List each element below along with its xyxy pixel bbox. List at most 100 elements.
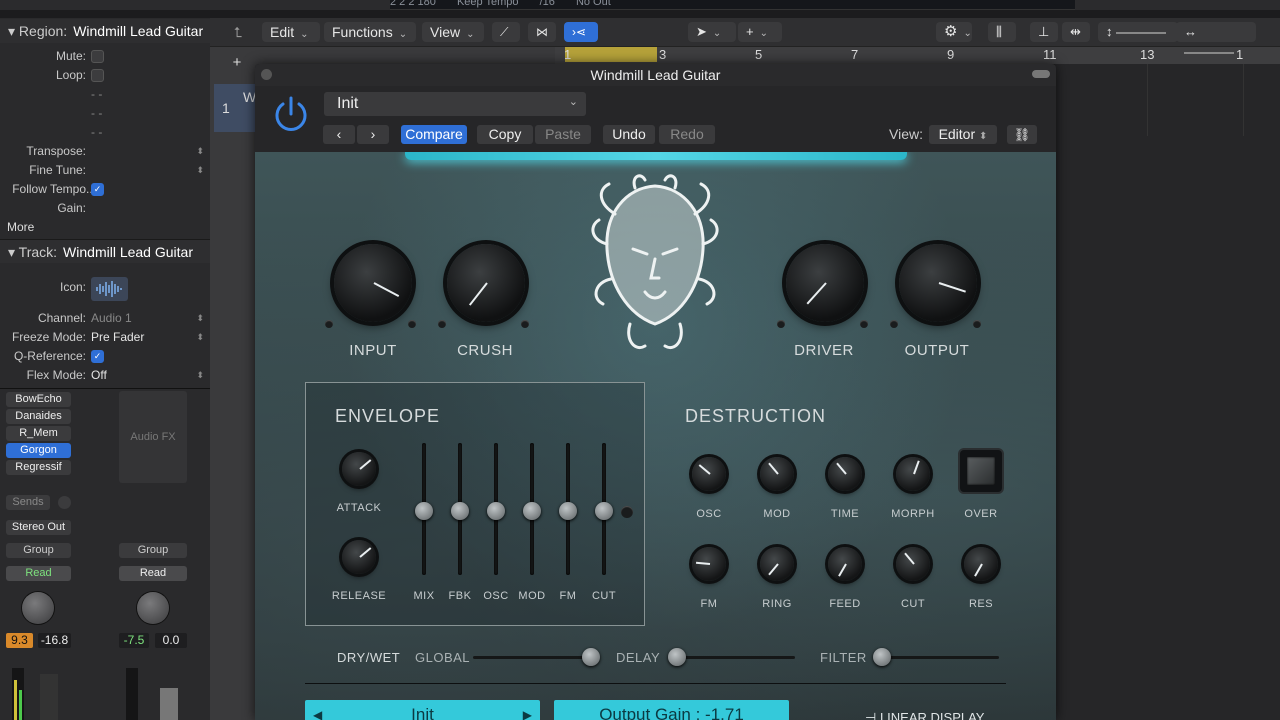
pointer-tool-icon[interactable]: ➤ ⌄ [688,22,736,42]
power-icon[interactable] [271,94,311,134]
plugin-slot-danaides[interactable]: Danaides [6,409,71,424]
horizontal-zoom-slider[interactable]: ↔ [1176,22,1256,54]
compare-button[interactable]: Compare [401,125,467,144]
pan-value-1[interactable]: -16.8 [38,633,71,648]
add-track-button[interactable]: + [228,54,246,72]
sends-slot[interactable]: Sends [6,495,50,510]
pan-knob-2[interactable] [137,592,169,624]
plugin-slot-gorgon[interactable]: Gorgon [6,443,71,458]
view-menu[interactable]: View ⌄ [422,22,484,42]
gain-row[interactable]: Gain: [0,199,210,218]
destruction-time-knob[interactable] [828,457,862,491]
paste-button[interactable]: Paste [535,125,591,144]
output-knob[interactable] [899,244,977,322]
fader-link-led[interactable] [621,506,633,518]
fit-vertical-icon[interactable]: ⊥ [1030,22,1058,42]
destruction-osc-knob[interactable] [692,457,726,491]
fit-horizontal-icon[interactable]: ⇹ [1062,22,1090,42]
send-knob[interactable] [58,496,71,509]
region-header[interactable]: ▾ Region: Windmill Lead Guitar [0,19,210,43]
flex-row[interactable]: Flex Mode: Off ⬍ [0,366,210,385]
mod-fader[interactable] [523,502,541,520]
cut-fader[interactable] [595,502,613,520]
crush-knob[interactable] [447,244,525,322]
track-lane[interactable] [1055,64,1280,720]
destruction-cut-knob[interactable] [896,547,930,581]
track-header-lane[interactable]: 1 W [214,84,256,132]
osc-fader[interactable] [487,502,505,520]
catch-playhead-icon[interactable]: ›⋖ [564,22,598,42]
snap-icon[interactable]: ⟋ [492,22,520,42]
volume-fader-2[interactable] [160,688,178,720]
linear-display-toggle[interactable]: ⊣ LINEAR DISPLAY [865,710,984,720]
volume-fader-1[interactable] [40,674,58,720]
destruction-res-knob[interactable] [964,547,998,581]
delay-slider[interactable] [668,648,686,666]
plugin-slot-bowecho[interactable]: BowEcho [6,392,71,407]
destruction-morph-knob[interactable] [896,457,930,491]
channel-row[interactable]: Channel: Audio 1 ⬍ [0,309,210,328]
finetune-row[interactable]: Fine Tune: ⬍ [0,161,210,180]
loop-checkbox[interactable] [91,69,104,83]
over-button[interactable] [960,450,1002,492]
automation-read-2[interactable]: Read [119,566,187,581]
automation-read-1[interactable]: Read [6,566,71,581]
mix-fader[interactable] [415,502,433,520]
destruction-fm-knob[interactable] [692,547,726,581]
copy-button[interactable]: Copy [477,125,533,144]
pan-knob-1[interactable] [22,592,54,624]
cycle-region[interactable] [565,46,657,62]
track-header[interactable]: ▾ Track: Windmill Lead Guitar [0,239,210,263]
release-knob[interactable] [342,540,376,574]
group-slot-2[interactable]: Group [119,543,187,558]
vertical-zoom-slider[interactable]: ↕ [1098,22,1178,42]
timeline-ruler[interactable]: 1 3 5 7 9 11 13 1 [555,46,1280,65]
more-row[interactable]: More [0,218,210,237]
mute-checkbox[interactable] [91,50,104,64]
group-slot-1[interactable]: Group [6,543,71,558]
waveform-icon[interactable] [91,277,128,301]
crossfade-icon[interactable]: ⋈ [528,22,556,42]
fm-fader[interactable] [559,502,577,520]
follow-tempo-checkbox[interactable]: ✓ [91,183,104,197]
close-window-icon[interactable] [261,69,272,80]
audio-fx-slot[interactable]: Audio FX [119,391,187,483]
back-arrow-icon[interactable]: ⮤ [226,22,254,42]
volume-value-1[interactable]: 9.3 [6,633,33,648]
previous-arrow-icon[interactable]: ◀ [313,700,322,720]
attack-knob[interactable] [342,452,376,486]
next-preset-button[interactable]: › [357,125,389,144]
freeze-row[interactable]: Freeze Mode: Pre Fader ⬍ [0,328,210,347]
resize-window-icon[interactable] [1032,70,1050,78]
output-gain-display[interactable]: Output Gain : -1.71 [554,700,789,720]
link-icon[interactable]: ⛓ [1007,125,1037,144]
plugin-slot-rmem[interactable]: R_Mem [6,426,71,441]
view-dropdown[interactable]: Editor ⬍ [929,125,997,144]
edit-menu[interactable]: Edit ⌄ [262,22,320,42]
next-arrow-icon[interactable]: ▶ [523,700,532,720]
destruction-mod-knob[interactable] [760,457,794,491]
global-slider[interactable] [582,648,600,666]
previous-preset-button[interactable]: ‹ [323,125,355,144]
bottom-preset-selector[interactable]: ◀ Init ▶ [305,700,540,720]
gear-icon[interactable]: ⚙ ⌄ [936,22,972,42]
destruction-feed-knob[interactable] [828,547,862,581]
pan-value-2[interactable]: 0.0 [155,633,187,648]
volume-value-2[interactable]: -7.5 [119,633,149,648]
lcd-display[interactable]: 2 2 2 180 Keep Tempo /16 No Out [390,0,1075,10]
output-slot[interactable]: Stereo Out [6,520,71,535]
waveform-zoom-icon[interactable]: ⫼ [988,22,1016,42]
transpose-row[interactable]: Transpose: ⬍ [0,142,210,161]
fbk-fader[interactable] [451,502,469,520]
plugin-title-bar[interactable]: Windmill Lead Guitar [255,64,1056,86]
functions-menu[interactable]: Functions ⌄ [324,22,416,42]
qref-checkbox[interactable]: ✓ [91,350,104,364]
redo-button[interactable]: Redo [659,125,715,144]
undo-button[interactable]: Undo [603,125,655,144]
filter-slider[interactable] [873,648,891,666]
preset-dropdown[interactable]: Init ⌄ [324,92,586,116]
plugin-slot-regressif[interactable]: Regressif [6,460,71,475]
driver-knob[interactable] [786,244,864,322]
input-knob[interactable] [334,244,412,322]
crosshair-tool-icon[interactable]: + ⌄ [738,22,782,42]
